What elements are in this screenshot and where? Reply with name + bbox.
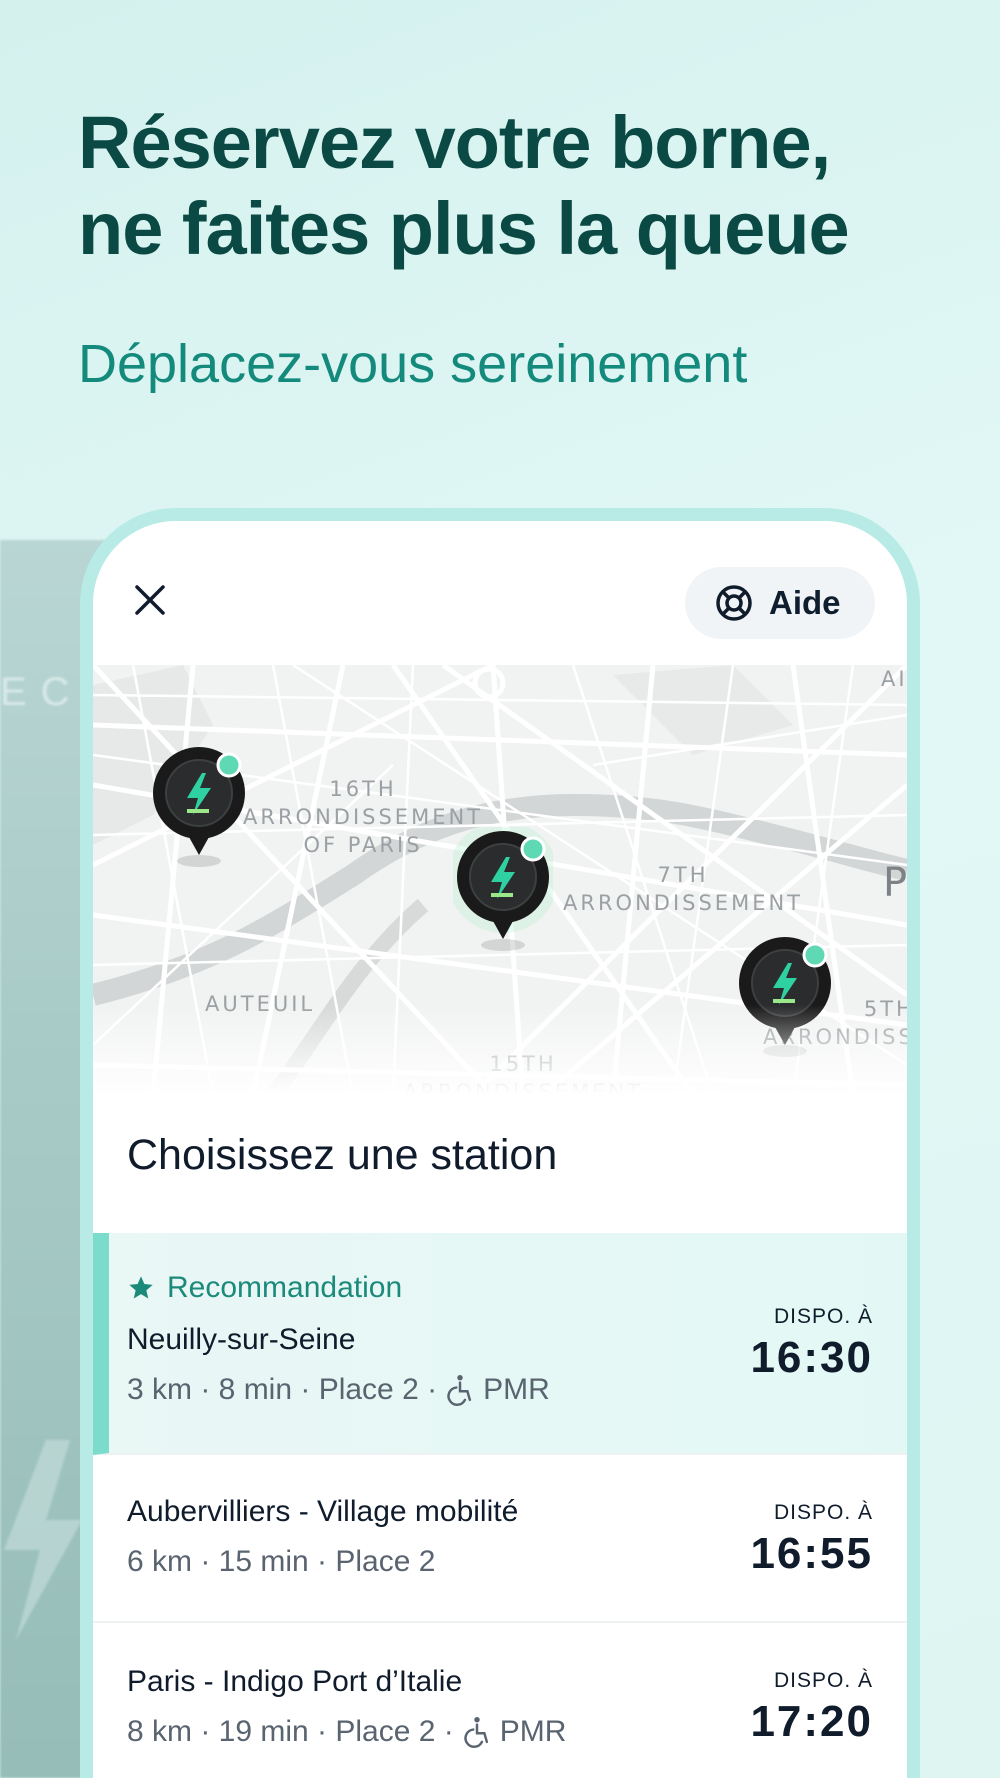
charging-station-pin-icon — [453, 827, 553, 951]
availability-time: 16:55 — [750, 1529, 873, 1578]
app-top-bar: Aide — [93, 521, 907, 665]
station-meta-text: 8 km · 19 min · Place 2 · — [127, 1715, 454, 1748]
wheelchair-icon — [447, 1374, 472, 1406]
star-icon — [129, 1276, 153, 1299]
close-icon — [135, 585, 165, 615]
map-label-p: P — [883, 860, 907, 906]
availability-time: 16:30 — [750, 1333, 873, 1382]
pmr-label: PMR — [483, 1373, 550, 1406]
map-label-top-right: AI — [881, 667, 907, 691]
availability-label: DISPO. À — [773, 1305, 873, 1328]
map-view[interactable]: 16TH ARRONDISSEMENT OF PARIS 7TH ARRONDISSE… — [93, 665, 907, 1095]
lifebuoy-icon — [716, 585, 752, 621]
charging-station-pin[interactable] — [453, 827, 553, 957]
stations-section-title: Choisissez une station — [127, 1131, 558, 1179]
phone-mockup: Aide 16TH ARRONDISSEMENT OF PARIS 7TH AR… — [80, 508, 920, 1778]
station-meta: 6 km · 15 min · Place 2 — [127, 1545, 435, 1579]
promo-headline-line1: Réservez votre borne, — [78, 101, 831, 184]
close-button[interactable] — [127, 577, 173, 623]
map-label-7th: 7TH ARRONDISSEMENT — [563, 863, 804, 915]
station-name: Paris - Indigo Port d’Italie — [127, 1665, 463, 1698]
map-fade-overlay — [93, 1005, 907, 1095]
station-meta: 8 km · 19 min · Place 2 · PMR — [127, 1715, 566, 1749]
charging-station-pin[interactable] — [149, 743, 249, 873]
pmr-badge: PMR — [445, 1373, 550, 1407]
station-meta: 3 km · 8 min · Place 2 · PMR — [127, 1373, 550, 1407]
help-button-label: Aide — [769, 584, 841, 621]
promo-headline-line2: ne faites plus la queue — [78, 187, 850, 270]
promo-headline: Réservez votre borne, ne faites plus la … — [78, 100, 958, 272]
availability-label: DISPO. À — [773, 1501, 873, 1524]
pmr-badge: PMR — [462, 1715, 567, 1749]
charging-station-pin-icon — [153, 747, 245, 867]
station-item[interactable]: Paris - Indigo Port d’Italie 8 km · 19 m… — [93, 1623, 907, 1778]
recommendation-badge: Recommandation — [127, 1271, 402, 1305]
station-meta-text: 6 km · 15 min · Place 2 — [127, 1545, 436, 1578]
recommendation-label: Recommandation — [167, 1271, 403, 1304]
wheelchair-icon — [464, 1716, 488, 1748]
station-meta-text: 3 km · 8 min · Place 2 · — [127, 1373, 438, 1406]
availability-label: DISPO. À — [773, 1669, 873, 1692]
help-button[interactable]: Aide — [685, 567, 875, 639]
map-label-16th: 16TH ARRONDISSEMENT OF PARIS — [243, 777, 484, 857]
station-item-recommended[interactable]: Recommandation Neuilly-sur-Seine 3 km · … — [93, 1233, 907, 1455]
station-item[interactable]: Aubervilliers - Village mobilité 6 km · … — [93, 1455, 907, 1623]
promo-subline: Déplacez-vous sereinement — [78, 334, 748, 394]
availability-time: 17:20 — [750, 1697, 873, 1746]
station-name: Neuilly-sur-Seine — [127, 1323, 356, 1356]
pmr-label: PMR — [499, 1715, 567, 1748]
station-name: Aubervilliers - Village mobilité — [127, 1495, 519, 1528]
